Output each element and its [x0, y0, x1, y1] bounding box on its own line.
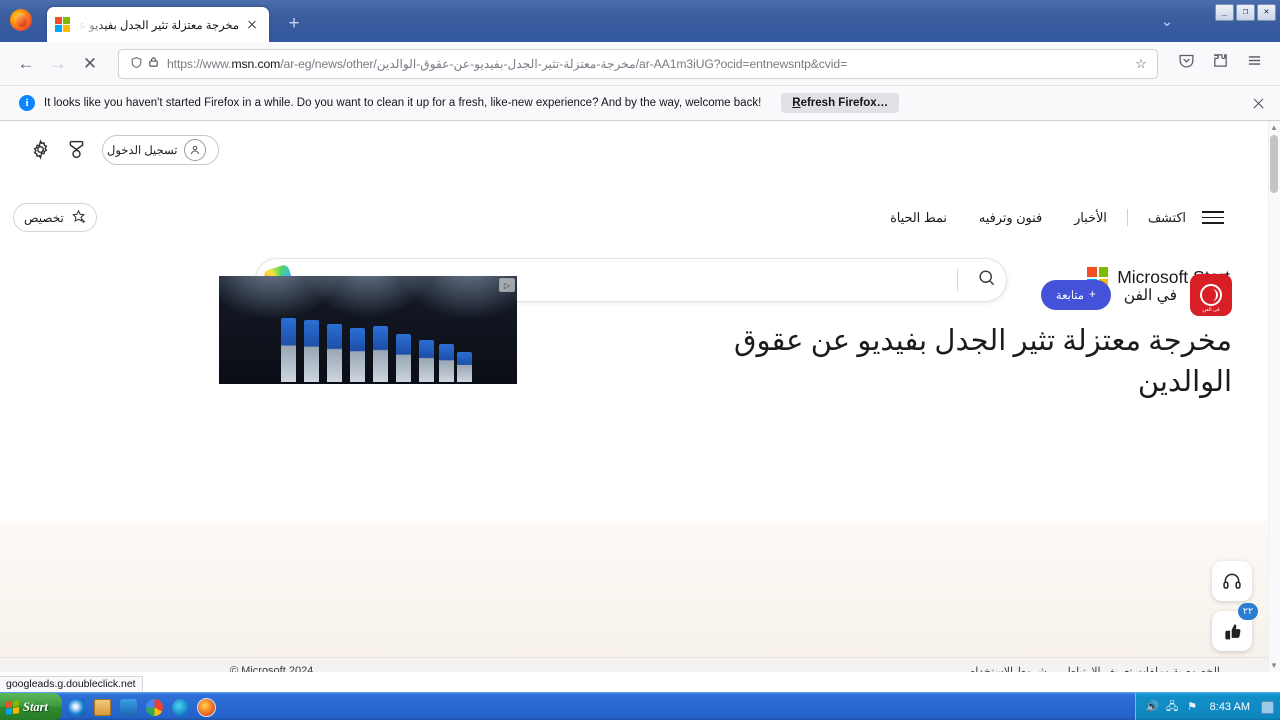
- footer-link-terms[interactable]: شروط الاستخدام: [968, 666, 1046, 673]
- publisher-name[interactable]: في الفن: [1124, 286, 1177, 305]
- divider: [1126, 209, 1128, 226]
- minimize-button[interactable]: _: [1215, 4, 1234, 21]
- page-scrollbar[interactable]: ▲ ▼: [1268, 121, 1280, 672]
- start-label: Start: [23, 699, 49, 714]
- shield-icon[interactable]: [127, 56, 145, 72]
- publisher-row: فى الفن في الفن + متابعة: [1040, 274, 1232, 316]
- hamburger-menu-icon[interactable]: [1238, 48, 1270, 80]
- scroll-up-arrow[interactable]: ▲: [1269, 123, 1279, 132]
- chevron-down-icon[interactable]: ⌄: [1154, 11, 1180, 33]
- headline-line-2: الوالدين: [1137, 366, 1232, 399]
- save-to-pocket-icon[interactable]: [1170, 48, 1202, 80]
- monitor-icon[interactable]: [1261, 700, 1274, 714]
- security-flag-icon[interactable]: ⚑: [1186, 701, 1199, 714]
- person-icon: [184, 139, 207, 161]
- divider: [957, 269, 958, 291]
- nav-link-arts[interactable]: فنون وترفيه: [963, 210, 1058, 226]
- microsoft-logo-icon: [55, 17, 70, 32]
- fi-alfan-logo-icon: فى الفن: [1190, 274, 1232, 316]
- page-footer: الخصوصية وملفات تعريف الارتباط شروط الاس…: [0, 657, 1268, 672]
- screen-root: مخرجة معتزلة تثير الجدل بفيديو عن + ⌄ _ …: [0, 0, 1280, 720]
- lock-icon[interactable]: [145, 56, 161, 71]
- ad-image: [219, 276, 517, 384]
- back-button[interactable]: ←: [10, 48, 42, 80]
- refresh-firefox-button[interactable]: Refresh Firefox…: [781, 93, 900, 113]
- url-text[interactable]: https://www.msn.com/ar-eg/news/other/مخر…: [161, 57, 1131, 71]
- volume-icon[interactable]: 🔊: [1146, 701, 1160, 714]
- search-icon[interactable]: [972, 268, 1000, 292]
- signin-button[interactable]: تسجيل الدخول: [102, 135, 220, 165]
- page-viewport: تسجيل الدخول Microsoft Start تخصيص اكتشف…: [0, 121, 1280, 672]
- scroll-thumb[interactable]: [1270, 135, 1278, 193]
- article-headline: مخرجة معتزلة تثير الجدل بفيديو عن عقوق ا…: [532, 321, 1232, 403]
- thumbs-up-icon[interactable]: ٢٢: [1212, 603, 1258, 651]
- follow-label: متابعة: [1055, 290, 1084, 302]
- windows-taskbar: Start 🔊 🖧 ⚑ 8:43 AM: [0, 692, 1280, 720]
- headline-line-1: مخرجة معتزلة تثير الجدل بفيديو عن عقوق: [734, 325, 1232, 357]
- scroll-down-arrow[interactable]: ▼: [1269, 661, 1279, 670]
- show-desktop-icon[interactable]: [94, 698, 111, 716]
- copyright-text: Microsoft 2024 ©: [230, 665, 314, 672]
- hamburger-menu-icon[interactable]: [1202, 207, 1224, 228]
- star-icon[interactable]: ☆: [1131, 56, 1151, 72]
- start-button[interactable]: Start: [0, 693, 62, 720]
- close-icon[interactable]: [243, 16, 261, 34]
- tab-strip: مخرجة معتزلة تثير الجدل بفيديو عن +: [42, 0, 1150, 42]
- rewards-medal-icon[interactable]: [66, 139, 88, 161]
- toolbar-right-group: [1170, 48, 1270, 80]
- internet-explorer-icon[interactable]: [68, 698, 85, 716]
- edge-icon[interactable]: [172, 698, 189, 716]
- ad-banner[interactable]: ▷: [219, 276, 517, 384]
- customize-label: تخصيص: [24, 210, 64, 225]
- quick-launch-bar: [68, 693, 216, 720]
- close-window-button[interactable]: ✕: [1257, 4, 1276, 21]
- article-hero-strip: [0, 521, 1268, 672]
- star-pencil-icon: [71, 209, 86, 227]
- adchoices-icon[interactable]: ▷: [499, 278, 515, 292]
- restore-button[interactable]: ❐: [1236, 4, 1255, 21]
- reactions-count-badge: ٢٢: [1238, 603, 1258, 620]
- firefox-icon[interactable]: [197, 697, 216, 717]
- info-icon: i: [19, 95, 35, 111]
- nav-link-lifestyle[interactable]: نمط الحياة: [874, 210, 963, 226]
- signin-label: تسجيل الدخول: [107, 145, 178, 157]
- address-bar[interactable]: https://www.msn.com/ar-eg/news/other/مخر…: [118, 48, 1158, 79]
- gear-icon[interactable]: [30, 139, 52, 161]
- footer-link-privacy[interactable]: الخصوصية وملفات تعريف الارتباط: [1066, 666, 1220, 673]
- chrome-icon[interactable]: [146, 698, 163, 716]
- new-tab-button[interactable]: +: [282, 12, 306, 36]
- browser-toolbar: ← → ✕ https://www.msn.com/ar-eg/news/oth…: [0, 42, 1280, 86]
- window-controls: _ ❐ ✕: [1215, 4, 1276, 21]
- msn-header-left: تسجيل الدخول: [30, 135, 220, 165]
- close-icon[interactable]: [1251, 96, 1266, 111]
- footer-links: الخصوصية وملفات تعريف الارتباط شروط الاس…: [952, 665, 1220, 673]
- follow-button[interactable]: + متابعة: [1040, 280, 1111, 310]
- plus-icon: +: [1088, 289, 1096, 301]
- tab-title: مخرجة معتزلة تثير الجدل بفيديو عن: [78, 19, 239, 32]
- nav-link-news[interactable]: الأخبار: [1058, 210, 1123, 226]
- nav-link-discover[interactable]: اكتشف: [1132, 210, 1202, 226]
- extensions-puzzle-icon[interactable]: [1204, 48, 1236, 80]
- msn-nav-links: اكتشف الأخبار فنون وترفيه نمط الحياة: [874, 203, 1232, 232]
- system-tray: 🔊 🖧 ⚑ 8:43 AM: [1134, 693, 1280, 720]
- firefox-logo-icon: [10, 9, 32, 31]
- media-player-icon[interactable]: [120, 698, 137, 716]
- browser-tab[interactable]: مخرجة معتزلة تثير الجدل بفيديو عن: [47, 7, 269, 42]
- floating-actions: ٢٢: [1212, 561, 1258, 651]
- browser-titlebar: مخرجة معتزلة تثير الجدل بفيديو عن + ⌄ _ …: [0, 0, 1280, 42]
- status-bar-link-preview: googleads.g.doubleclick.net: [0, 676, 143, 692]
- notification-message: It looks like you haven't started Firefo…: [44, 97, 762, 109]
- clock[interactable]: 8:43 AM: [1210, 701, 1250, 713]
- stop-button[interactable]: ✕: [74, 48, 106, 80]
- network-icon[interactable]: 🖧: [1166, 701, 1179, 714]
- forward-button[interactable]: →: [42, 48, 74, 80]
- headphones-icon[interactable]: [1212, 561, 1252, 601]
- firefox-refresh-notification-bar: i It looks like you haven't started Fire…: [0, 86, 1280, 121]
- customize-button[interactable]: تخصيص: [13, 203, 97, 232]
- windows-flag-icon: [6, 699, 19, 715]
